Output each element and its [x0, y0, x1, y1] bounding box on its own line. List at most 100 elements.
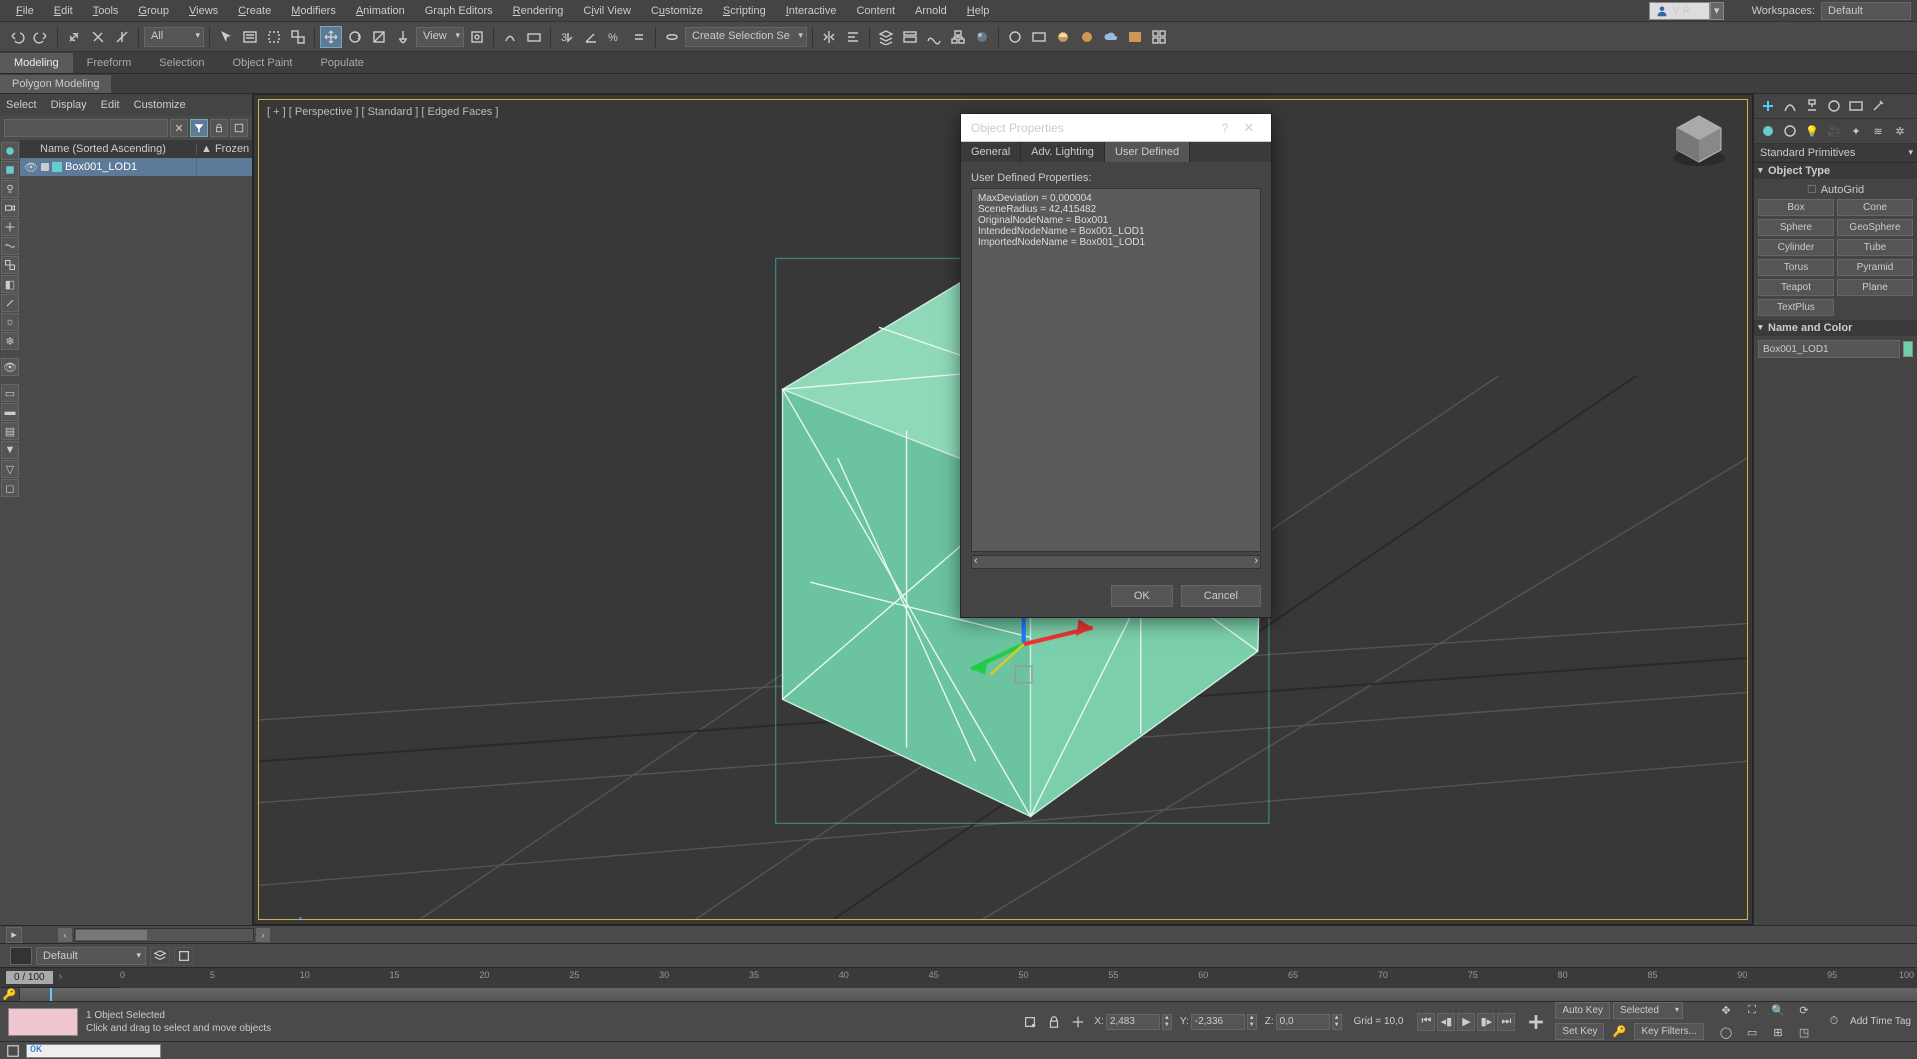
- track-bar[interactable]: 🔑: [0, 987, 1917, 1001]
- layer-color-swatch[interactable]: [10, 947, 32, 965]
- unlink-icon[interactable]: [87, 26, 109, 48]
- spinner-x[interactable]: ▲▼: [1162, 1014, 1172, 1030]
- visibility-icon[interactable]: 👁: [24, 161, 38, 174]
- object-name-field[interactable]: [1758, 340, 1900, 358]
- ribbon-tab-selection[interactable]: Selection: [145, 53, 218, 73]
- use-center-icon[interactable]: [466, 26, 488, 48]
- window-crossing-icon[interactable]: [287, 26, 309, 48]
- tab-display-icon[interactable]: [1846, 96, 1866, 116]
- key-filters-button[interactable]: Key Filters...: [1634, 1023, 1704, 1040]
- udp-textarea[interactable]: [971, 188, 1261, 552]
- undo-icon[interactable]: [6, 26, 28, 48]
- btn-tube[interactable]: Tube: [1837, 239, 1913, 256]
- menu-arnold[interactable]: Arnold: [905, 2, 957, 20]
- nav-max-toggle-icon[interactable]: ◳: [1794, 1023, 1814, 1043]
- key-big-icon[interactable]: 🔑: [1609, 1021, 1629, 1041]
- btn-sphere[interactable]: Sphere: [1758, 219, 1834, 236]
- toggle-ribbon-icon[interactable]: [899, 26, 921, 48]
- selection-filter[interactable]: All: [144, 27, 204, 47]
- key-selection-dropdown[interactable]: Selected: [1613, 1002, 1683, 1019]
- coord-z-input[interactable]: [1276, 1014, 1330, 1030]
- select-scale-icon[interactable]: [368, 26, 390, 48]
- edit-selection-set-icon[interactable]: [661, 26, 683, 48]
- spinner-z[interactable]: ▲▼: [1332, 1014, 1342, 1030]
- selection-lock-icon[interactable]: [1044, 1012, 1064, 1032]
- key-mode-icon[interactable]: [1523, 1009, 1549, 1035]
- redo-icon[interactable]: [30, 26, 52, 48]
- display-children-icon[interactable]: ▤: [1, 422, 19, 440]
- cancel-button[interactable]: Cancel: [1181, 585, 1261, 607]
- menu-create[interactable]: Create: [228, 2, 281, 20]
- btn-geosphere[interactable]: GeoSphere: [1837, 219, 1913, 236]
- tree-row[interactable]: 👁 Box001_LOD1: [20, 158, 252, 176]
- se-menu-select[interactable]: Select: [6, 99, 37, 111]
- object-color-swatch[interactable]: [1903, 341, 1913, 357]
- tab-user-defined[interactable]: User Defined: [1105, 142, 1190, 162]
- goto-end-icon[interactable]: ⏭: [1497, 1013, 1515, 1031]
- tab-modify-icon[interactable]: [1780, 96, 1800, 116]
- menu-tools[interactable]: Tools: [83, 2, 129, 20]
- tab-hierarchy-icon[interactable]: [1802, 96, 1822, 116]
- layer-selector[interactable]: Default: [36, 947, 146, 965]
- menu-edit[interactable]: Edit: [44, 2, 83, 20]
- search-lock-icon[interactable]: [210, 119, 228, 137]
- search-clear-icon[interactable]: ✕: [170, 119, 188, 137]
- bind-icon[interactable]: [111, 26, 133, 48]
- menu-rendering[interactable]: Rendering: [503, 2, 574, 20]
- menu-help[interactable]: Help: [957, 2, 1000, 20]
- ref-coord-system[interactable]: View: [416, 27, 464, 47]
- time-slider[interactable]: 0 / 100›: [0, 971, 120, 984]
- menu-group[interactable]: Group: [128, 2, 179, 20]
- menu-customize[interactable]: Customize: [641, 2, 713, 20]
- btn-torus[interactable]: Torus: [1758, 259, 1834, 276]
- search-input[interactable]: [4, 119, 168, 137]
- material-editor-icon[interactable]: [971, 26, 993, 48]
- ribbon-tab-modeling[interactable]: Modeling: [0, 53, 73, 73]
- nav-region-zoom-icon[interactable]: ▭: [1742, 1023, 1762, 1043]
- select-manipulate-icon[interactable]: [499, 26, 521, 48]
- percent-snap-icon[interactable]: %: [604, 26, 626, 48]
- filter-lights-icon[interactable]: [1, 180, 19, 198]
- mini-listener-input[interactable]: [26, 1044, 161, 1058]
- display-influences-icon[interactable]: ▼: [1, 441, 19, 459]
- set-key-button[interactable]: Set Key: [1555, 1023, 1604, 1040]
- hscroll-left-icon[interactable]: ‹: [58, 928, 72, 942]
- filter-containers-icon[interactable]: ☼: [1, 313, 19, 331]
- udp-hscroll[interactable]: [971, 555, 1261, 569]
- filter-bone-icon[interactable]: [1, 294, 19, 312]
- tab-create-icon[interactable]: [1758, 96, 1778, 116]
- nav-zoom-extents-icon[interactable]: ⛶: [1742, 1001, 1762, 1021]
- select-place-icon[interactable]: [392, 26, 414, 48]
- spinner-snap-icon[interactable]: [628, 26, 650, 48]
- display-none-icon[interactable]: ▭: [1, 384, 19, 402]
- layer-manager-icon[interactable]: [150, 947, 170, 965]
- menu-animation[interactable]: Animation: [346, 2, 415, 20]
- filter-helpers-icon[interactable]: [1, 218, 19, 236]
- render-setup-icon[interactable]: [1004, 26, 1026, 48]
- filter-geometry-icon[interactable]: [1, 142, 19, 160]
- layer-explorer-icon[interactable]: [875, 26, 897, 48]
- select-by-name-icon[interactable]: [239, 26, 261, 48]
- btn-cylinder[interactable]: Cylinder: [1758, 239, 1834, 256]
- auto-key-button[interactable]: Auto Key: [1555, 1002, 1610, 1019]
- tab-adv-lighting[interactable]: Adv. Lighting: [1021, 142, 1105, 162]
- filter-cameras-icon[interactable]: [1, 199, 19, 217]
- tab-motion-icon[interactable]: [1824, 96, 1844, 116]
- trackbar-key-icon[interactable]: 🔑: [0, 988, 20, 1001]
- ribbon-tab-populate[interactable]: Populate: [306, 53, 377, 73]
- next-frame-icon[interactable]: ▮▸: [1477, 1013, 1495, 1031]
- menu-views[interactable]: Views: [179, 2, 228, 20]
- sub-cameras-icon[interactable]: 🎥: [1824, 121, 1844, 141]
- column-frozen[interactable]: ▲ Frozen: [196, 143, 252, 155]
- prev-frame-icon[interactable]: ◂▮: [1437, 1013, 1455, 1031]
- render-gallery-icon[interactable]: [1148, 26, 1170, 48]
- btn-box[interactable]: Box: [1758, 199, 1834, 216]
- filter-xrefs-icon[interactable]: ◧: [1, 275, 19, 293]
- render-icon[interactable]: [1052, 26, 1074, 48]
- btn-plane[interactable]: Plane: [1837, 279, 1913, 296]
- sub-shapes-icon[interactable]: [1780, 121, 1800, 141]
- snap-toggle-icon[interactable]: 3: [556, 26, 578, 48]
- ribbon-subtab-polygon-modeling[interactable]: Polygon Modeling: [0, 75, 111, 93]
- tab-utilities-icon[interactable]: [1868, 96, 1888, 116]
- nav-orbit-icon[interactable]: ◯: [1716, 1023, 1736, 1043]
